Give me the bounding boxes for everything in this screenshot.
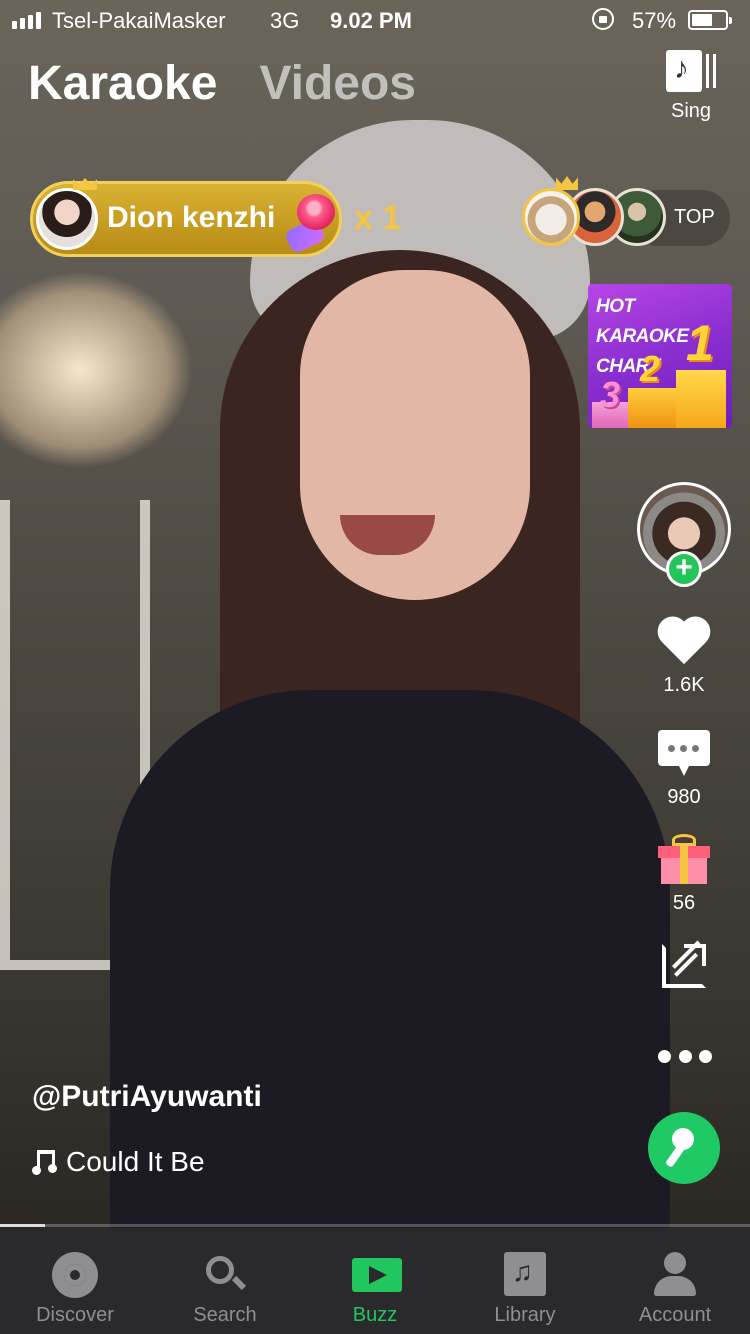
avatar[interactable] <box>522 188 580 246</box>
rose-icon <box>281 188 341 255</box>
battery-icon <box>688 10 732 30</box>
nav-label: Buzz <box>352 1304 398 1326</box>
nav-label: Discover <box>36 1304 114 1326</box>
nav-label: Library <box>494 1304 556 1326</box>
like-count: 1.6K <box>663 674 705 696</box>
top-label: TOP <box>674 206 715 228</box>
rotation-lock-icon <box>592 8 614 30</box>
top-users[interactable]: TOP <box>520 176 730 248</box>
crown-icon <box>73 174 97 190</box>
podium-number-one: 1 <box>686 315 714 371</box>
playback-progress <box>0 1224 750 1227</box>
heart-icon <box>656 618 712 668</box>
gift-banner[interactable]: Dion kenzhi <box>30 181 342 257</box>
tab-videos[interactable]: Videos <box>259 56 416 111</box>
search-icon <box>202 1252 248 1298</box>
buzz-icon <box>352 1252 402 1298</box>
nav-buzz[interactable]: Buzz <box>300 1228 450 1334</box>
gift-count-label: 56 <box>672 892 696 914</box>
gift-button[interactable]: 56 <box>650 834 718 915</box>
follow-button[interactable]: + <box>666 551 702 587</box>
status-bar: Tsel-PakaiMasker 3G 9.02 PM 57% <box>0 0 750 40</box>
gift-icon <box>658 834 710 884</box>
bottom-nav: Discover Search Buzz Library Account <box>0 1228 750 1334</box>
podium-number-three: 3 <box>600 374 621 415</box>
comment-button[interactable]: 980 <box>650 730 718 809</box>
playback-progress-fill <box>0 1224 45 1227</box>
nav-discover[interactable]: Discover <box>0 1228 150 1334</box>
nav-library[interactable]: Library <box>450 1228 600 1334</box>
nav-search[interactable]: Search <box>150 1228 300 1334</box>
music-note-icon <box>32 1148 58 1176</box>
song-title: Could It Be <box>66 1146 205 1177</box>
microphone-button[interactable] <box>648 1112 720 1184</box>
comment-count: 980 <box>667 786 701 808</box>
sing-label: Sing <box>670 100 712 122</box>
like-button[interactable]: 1.6K <box>650 618 718 697</box>
battery-percent: 57% <box>632 8 677 33</box>
hot-karaoke-chart-button[interactable]: HOT KARAOKE CHART 1 2 3 <box>588 284 732 428</box>
music-sheet-icon <box>666 50 716 92</box>
comment-icon <box>658 730 710 776</box>
sing-button[interactable]: Sing <box>660 50 722 123</box>
podium-first <box>676 370 726 428</box>
discover-icon <box>52 1252 98 1298</box>
account-icon <box>652 1252 698 1298</box>
podium-second <box>628 388 678 428</box>
share-button[interactable] <box>652 936 716 1000</box>
podium-number-two: 2 <box>640 348 661 389</box>
top-tabs: Karaoke Videos <box>28 56 416 111</box>
username[interactable]: @PutriAyuwanti <box>32 1080 262 1114</box>
carrier-name: Tsel-PakaiMasker <box>52 8 226 33</box>
more-icon[interactable] <box>658 1050 712 1064</box>
signal-icon <box>12 12 41 29</box>
nav-label: Account <box>638 1304 712 1326</box>
library-icon <box>502 1252 548 1298</box>
status-time: 9.02 PM <box>330 8 412 33</box>
nav-account[interactable]: Account <box>600 1228 750 1334</box>
gift-sender-name: Dion kenzhi <box>107 201 276 234</box>
gift-count: x 1 <box>354 199 402 237</box>
network-type: 3G <box>270 8 300 33</box>
performer-face <box>300 270 530 600</box>
nav-label: Search <box>193 1304 257 1326</box>
tab-karaoke[interactable]: Karaoke <box>28 56 217 111</box>
avatar[interactable] <box>36 188 98 250</box>
song-link[interactable]: Could It Be <box>32 1146 205 1178</box>
